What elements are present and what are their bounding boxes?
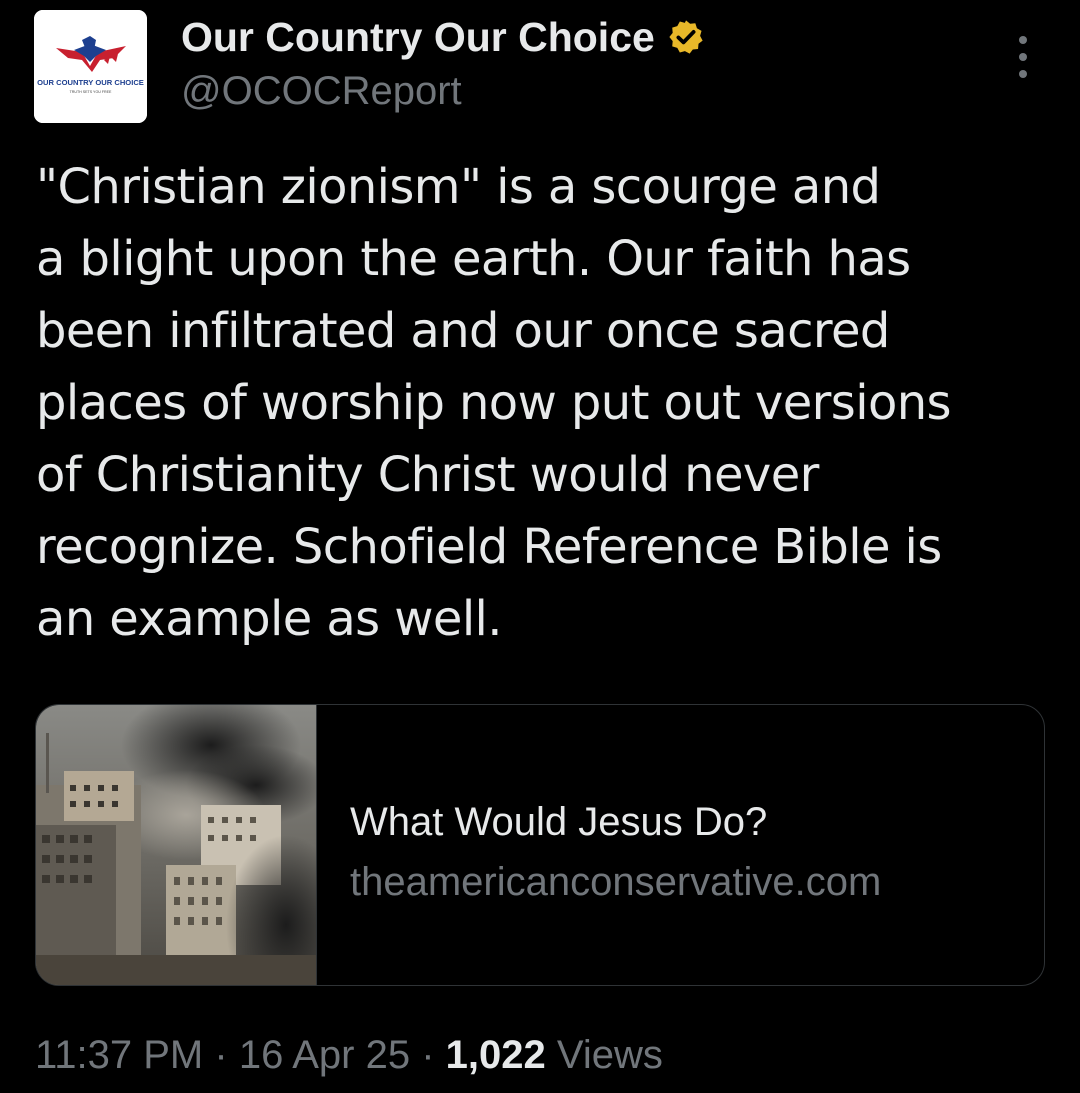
svg-text:TRUTH SETS YOU FREE: TRUTH SETS YOU FREE xyxy=(70,90,112,94)
views-label: Views xyxy=(556,1033,663,1077)
author-display-name[interactable]: Our Country Our Choice xyxy=(181,12,705,62)
meta-separator: · xyxy=(214,1033,228,1077)
logo-icon: OUR COUNTRY OUR CHOICE TRUTH SETS YOU FR… xyxy=(34,10,147,123)
views-count[interactable]: 1,022 xyxy=(446,1033,546,1077)
author-name-text[interactable]: Our Country Our Choice xyxy=(181,12,655,62)
link-card-image[interactable] xyxy=(36,705,317,985)
more-options-icon[interactable] xyxy=(1007,36,1039,78)
link-card-domain[interactable]: theamericanconservative.com xyxy=(350,857,881,907)
link-card[interactable]: What Would Jesus Do? theamericanconserva… xyxy=(35,704,1045,986)
more-dot xyxy=(1019,53,1027,61)
tweet-date[interactable]: 16 Apr 25 xyxy=(239,1033,410,1077)
author-handle[interactable]: @OCOCReport xyxy=(181,66,462,116)
tweet-time[interactable]: 11:37 PM xyxy=(35,1033,203,1077)
link-card-title[interactable]: What Would Jesus Do? xyxy=(350,797,767,847)
verified-badge-icon xyxy=(669,20,703,54)
tweet-meta: 11:37 PM · 16 Apr 25 · 1,022 Views xyxy=(35,1030,663,1080)
avatar[interactable]: OUR COUNTRY OUR CHOICE TRUTH SETS YOU FR… xyxy=(34,10,147,123)
more-dot xyxy=(1019,36,1027,44)
meta-separator: · xyxy=(421,1033,435,1077)
svg-text:OUR COUNTRY OUR CHOICE: OUR COUNTRY OUR CHOICE xyxy=(37,78,144,87)
more-dot xyxy=(1019,70,1027,78)
tweet-text: "Christian zionism" is a scourge and a b… xyxy=(36,159,952,647)
